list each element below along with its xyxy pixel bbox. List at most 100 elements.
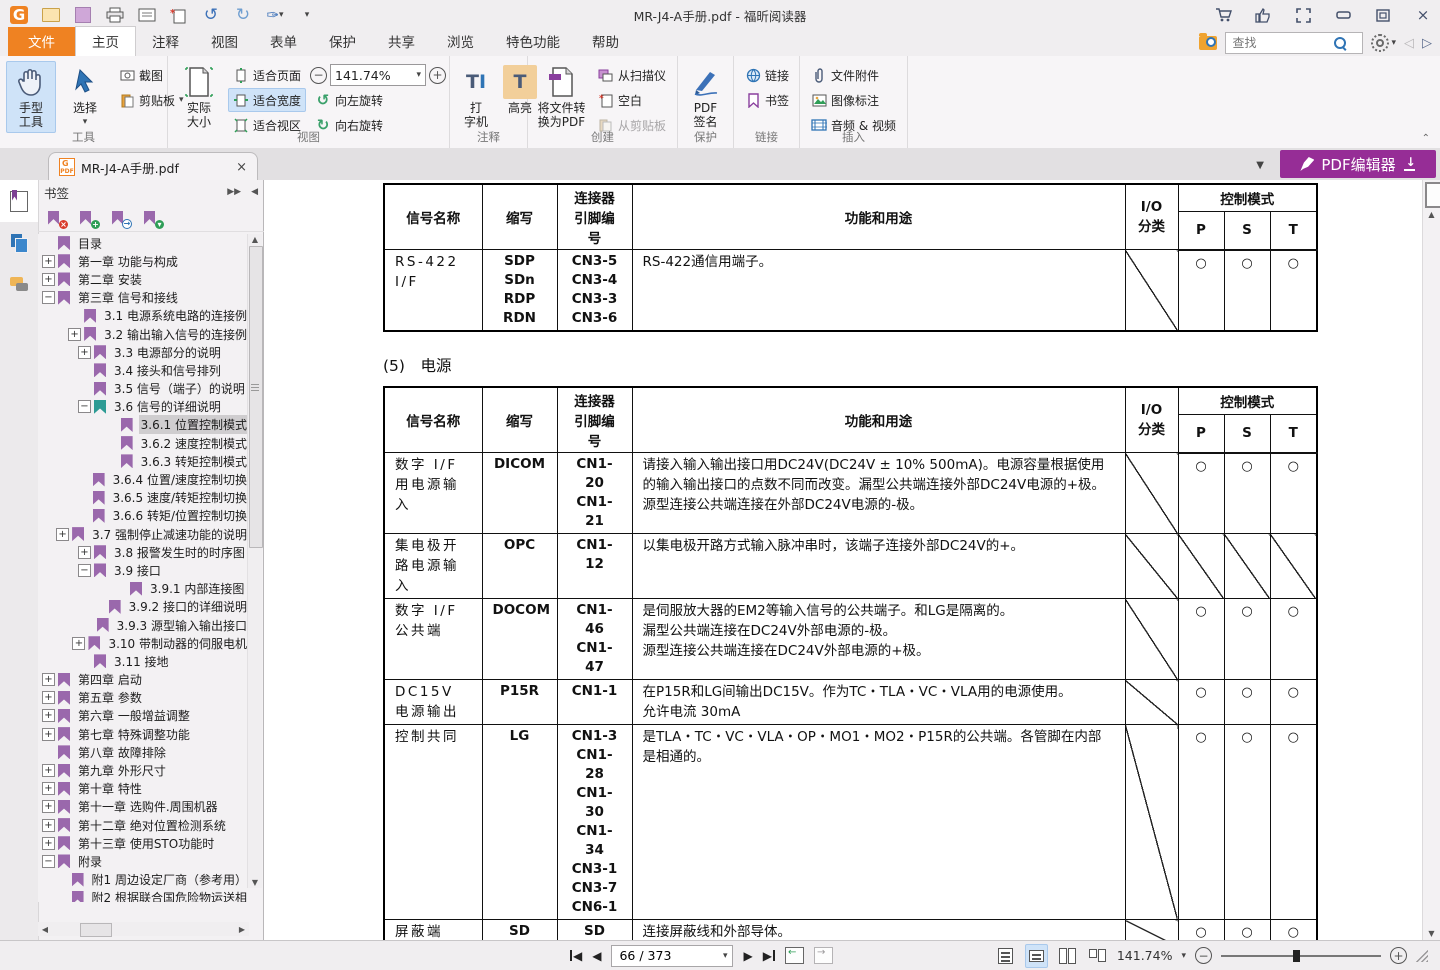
zoom-level-combobox[interactable]: 141.74% ▾ — [330, 64, 426, 86]
bookmark-item[interactable]: −3.6 信号的详细说明 — [38, 398, 249, 416]
bookmark-label[interactable]: 3.4 接头和信号排列 — [112, 361, 223, 380]
bookmark-item[interactable]: − 3.9 接口 — [38, 561, 249, 579]
document-view[interactable]: 信号名称 缩写 连接器引脚编号 功能和用途 I/O 分类 控制模式 P S T … — [264, 180, 1440, 940]
bookmark-label[interactable]: 3.6.4 位置/速度控制切换 — [111, 470, 249, 489]
bookmark-item[interactable]: +第九章 外形尺寸 — [38, 761, 249, 779]
bookmark-label[interactable]: 3.9.3 源型输入输出接口 — [115, 616, 249, 635]
hand-tool-dropdown-icon[interactable]: ✑▾ — [266, 6, 284, 24]
minimize-button[interactable] — [1334, 7, 1352, 23]
fullscreen-icon[interactable] — [1294, 7, 1312, 23]
bookmark-label[interactable]: 附1 周边设定厂商（参考用） — [90, 870, 249, 889]
bookmark-item[interactable]: +3.2 输出输入信号的连接例 — [38, 325, 249, 343]
bookmark-label[interactable]: 3.6.1 位置控制模式 — [139, 415, 249, 434]
menu-tab-form[interactable]: 表单 — [254, 27, 313, 56]
fit-page-button[interactable]: 适合页面 — [228, 63, 306, 87]
save-icon[interactable] — [74, 6, 92, 24]
expand-icon[interactable]: + — [42, 709, 55, 722]
bookmark-item[interactable]: 3.6.4 位置/速度控制切换 — [38, 470, 249, 488]
first-page-button[interactable]: ◀ — [570, 949, 582, 963]
status-zoom-dropdown[interactable]: ▾ — [1181, 951, 1186, 961]
expand-icon[interactable]: + — [42, 800, 55, 813]
bookmark-item[interactable]: +3.8 报警发生时的时序图 — [38, 543, 249, 561]
tab-list-dropdown-icon[interactable]: ▼ — [1256, 160, 1264, 171]
store-cart-icon[interactable] — [1214, 7, 1232, 23]
expand-icon[interactable]: + — [42, 819, 55, 832]
zoom-dropdown-arrow[interactable]: ▾ — [416, 70, 421, 80]
menu-tab-browse[interactable]: 浏览 — [431, 27, 490, 56]
expand-icon[interactable]: + — [42, 728, 55, 741]
menu-tab-home[interactable]: 主页 — [75, 26, 136, 56]
bookmark-label[interactable]: 3.1 电源系统电路的连接例 — [102, 306, 249, 325]
status-zoom-out-button[interactable]: − — [1195, 947, 1212, 964]
menu-tab-share[interactable]: 共享 — [372, 27, 431, 56]
menu-tab-file[interactable]: 文件 — [8, 27, 75, 56]
expand-icon[interactable]: + — [56, 528, 69, 541]
share-icon[interactable] — [1254, 7, 1272, 23]
actual-size-button[interactable]: 实际 大小 — [174, 61, 224, 133]
facing-layout-button[interactable] — [1057, 945, 1078, 967]
bookmark-item[interactable]: 3.5 信号（端子）的说明 — [38, 380, 249, 398]
scroll-up-icon[interactable]: ▲ — [250, 235, 260, 244]
window-resize-grip[interactable] — [1416, 950, 1428, 962]
fit-width-button[interactable]: 适合宽度 — [228, 88, 306, 112]
locate-current-bookmark-button[interactable]: → — [112, 211, 130, 227]
search-icon[interactable] — [1334, 37, 1346, 49]
doc-scroll-up-icon[interactable]: ▲ — [1426, 210, 1437, 219]
zoom-slider-knob[interactable] — [1293, 950, 1300, 962]
expand-icon[interactable]: + — [42, 673, 55, 686]
expand-icon[interactable]: + — [78, 546, 91, 559]
bookmark-item[interactable]: +3.3 电源部分的说明 — [38, 343, 249, 361]
hand-tool-button[interactable]: 手型 工具 — [6, 61, 56, 133]
foxit-logo-icon[interactable]: G — [10, 6, 28, 24]
bookmark-item[interactable]: +第十二章 绝对位置检测系统 — [38, 816, 249, 834]
bookmark-item[interactable]: +3.10 带制动器的伺服电机 — [38, 634, 249, 652]
continuous-layout-button[interactable] — [1025, 944, 1048, 968]
bookmark-label[interactable]: 3.3 电源部分的说明 — [112, 343, 223, 362]
bookmark-label[interactable]: 3.7 强制停止减速功能的说明 — [90, 525, 249, 544]
menu-tab-protect[interactable]: 保护 — [313, 27, 372, 56]
bookmark-item[interactable]: 3.6.1 位置控制模式 — [38, 416, 249, 434]
bookmark-label[interactable]: 3.9 接口 — [112, 561, 163, 580]
bookmark-label[interactable]: 第十三章 使用STO功能时 — [76, 834, 216, 853]
bookmark-label[interactable]: 第四章 启动 — [76, 670, 144, 689]
expand-panel-icon[interactable]: ▶▶ — [227, 187, 241, 197]
bookmark-label[interactable]: 3.6 信号的详细说明 — [112, 397, 223, 416]
bookmark-label[interactable]: 第九章 外形尺寸 — [76, 761, 168, 780]
close-button[interactable]: × — [1414, 7, 1432, 23]
next-view-button[interactable] — [814, 947, 833, 964]
expand-icon[interactable]: + — [42, 782, 55, 795]
document-tab[interactable]: PDF MR-J4-A手册.pdf × — [48, 152, 258, 181]
bookmark-label[interactable]: 第十一章 选购件.周围机器 — [76, 797, 220, 816]
scroll-right-icon[interactable]: ▶ — [235, 925, 249, 934]
expand-icon[interactable]: + — [42, 273, 55, 286]
add-bookmark-button[interactable]: + — [80, 211, 98, 227]
expand-icon[interactable]: + — [72, 637, 85, 650]
redo-icon[interactable]: ↻ — [234, 6, 252, 24]
image-annotation-button[interactable]: 图像标注 — [806, 88, 901, 112]
zoom-out-icon[interactable]: − — [310, 67, 327, 84]
expand-icon[interactable]: + — [68, 328, 81, 341]
collapse-icon[interactable]: − — [78, 564, 91, 577]
page-number-input[interactable] — [617, 947, 701, 964]
bookmark-label[interactable]: 第三章 信号和接线 — [76, 288, 180, 307]
bookmark-label[interactable]: 第五章 参数 — [76, 688, 144, 707]
next-page-button[interactable]: ▶ — [743, 949, 752, 963]
single-page-layout-button[interactable] — [995, 945, 1016, 967]
bookmark-item[interactable]: 3.4 接头和信号排列 — [38, 361, 249, 379]
search-in-files-icon[interactable] — [1199, 36, 1217, 50]
bookmark-item[interactable]: + 第四章 启动 — [38, 671, 249, 689]
bookmark-item[interactable]: 3.6.2 速度控制模式 — [38, 434, 249, 452]
expand-icon[interactable]: + — [42, 837, 55, 850]
bookmark-item[interactable]: 附2 根据联合国危险物运送相 — [38, 889, 249, 902]
collapse-ribbon-icon[interactable]: ⌃ — [1422, 133, 1430, 144]
bookmark-item[interactable]: +第七章 特殊调整功能 — [38, 725, 249, 743]
bookmark-item[interactable]: + 第十一章 选购件.周围机器 — [38, 798, 249, 816]
find-options-gear-icon[interactable]: ▾ — [1371, 34, 1396, 52]
bookmark-item[interactable]: + 第十三章 使用STO功能时 — [38, 834, 249, 852]
bookmark-item[interactable]: +第一章 功能与构成 — [38, 252, 249, 270]
status-zoom-in-button[interactable]: + — [1390, 947, 1407, 964]
collapse-icon[interactable]: − — [42, 291, 55, 304]
zoom-slider[interactable] — [1221, 955, 1381, 957]
bookmark-item[interactable]: 3.6.6 转矩/位置控制切换 — [38, 507, 249, 525]
rotate-left-button[interactable]: ↺ 向左旋转 — [310, 88, 446, 112]
